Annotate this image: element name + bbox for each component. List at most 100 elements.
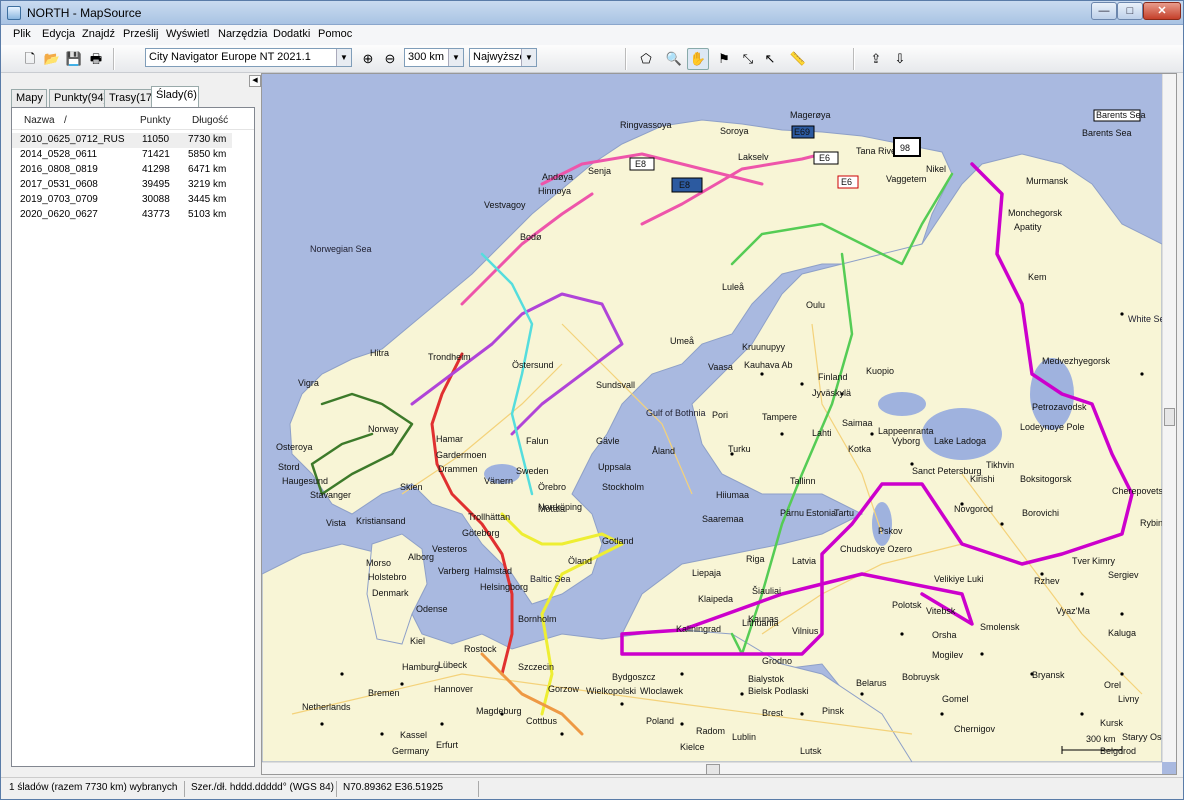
waypoint-flag-tool-icon[interactable]: ⚑	[713, 48, 735, 70]
map-label: Vyborg	[892, 436, 920, 446]
menu-przeslij[interactable]: Prześlij	[123, 28, 158, 40]
map-label: Estonia	[806, 508, 836, 518]
map-label: Orsha	[932, 630, 957, 640]
collapse-panel-arrow-icon[interactable]: ◀	[249, 75, 261, 87]
map-label: Bydgoszcz	[612, 672, 656, 682]
menu-wyswietl[interactable]: Wyświetl	[166, 28, 209, 40]
map-label: Kimry	[1092, 556, 1115, 566]
map-label: Bialystok	[748, 674, 785, 684]
map-label: Tikhvin	[986, 460, 1014, 470]
menu-znajdz[interactable]: Znajdź	[82, 28, 115, 40]
menu-dodatki[interactable]: Dodatki	[273, 28, 310, 40]
menu-narzedzia[interactable]: Narzędzia	[218, 28, 268, 40]
city-dot	[1140, 372, 1144, 376]
minimize-button[interactable]: —	[1091, 2, 1117, 20]
table-row[interactable]: 2020_0620_0627 43773 5103 km	[12, 208, 232, 223]
map-label: Kem	[1028, 272, 1047, 282]
track-name: 2014_0528_0611	[20, 149, 98, 160]
table-row[interactable]: 2010_0625_0712_RUS 11050 7730 km	[12, 133, 232, 148]
menu-plik[interactable]: Plik	[13, 28, 31, 40]
tracks-list-header: Nazwa / Punkty Długość	[12, 112, 254, 130]
map-label: White Sea	[1128, 314, 1162, 324]
receive-from-device-icon[interactable]: ⇩	[889, 48, 911, 70]
column-header-name[interactable]: Nazwa	[24, 115, 55, 126]
map-label: Murmansk	[1026, 176, 1069, 186]
track-points: 43773	[142, 209, 170, 220]
map-label: Cherepovets	[1112, 486, 1162, 496]
map-label: Tana River	[856, 146, 899, 156]
menu-edycja[interactable]: Edycja	[42, 28, 75, 40]
map-label: Lodeynoye Pole	[1020, 422, 1085, 432]
send-to-device-icon[interactable]: ⇪	[865, 48, 887, 70]
table-row[interactable]: 2016_0808_0819 41298 6471 km	[12, 163, 232, 178]
city-dot	[1080, 592, 1084, 596]
city-dot	[620, 702, 624, 706]
city-dot	[320, 722, 324, 726]
map-label: Senja	[588, 166, 611, 176]
map-label: Pinsk	[822, 706, 845, 716]
column-header-length[interactable]: Długość	[192, 115, 228, 126]
city-dot	[680, 722, 684, 726]
map-label: Bremen	[368, 688, 400, 698]
map-label: Kotka	[848, 444, 871, 454]
zoom-out-icon[interactable]: ⊖	[379, 48, 401, 70]
map-label: Rzhev	[1034, 576, 1060, 586]
tab-trasy[interactable]: Trasy(17)	[104, 89, 156, 107]
track-length: 5103 km	[188, 209, 227, 220]
map-label: Grodno	[762, 656, 792, 666]
map-horizontal-scrollbar[interactable]	[262, 762, 1162, 774]
map-label: Lublin	[732, 732, 756, 742]
map-label: Apatity	[1014, 222, 1042, 232]
table-row[interactable]: 2014_0528_0611 71421 5850 km	[12, 148, 232, 163]
selection-tool-icon[interactable]: ⬠	[635, 48, 657, 70]
map-view[interactable]: Barents Sea Norwegian Sea White Sea Gulf…	[261, 73, 1177, 775]
map-label: Kielce	[680, 742, 705, 752]
menu-pomoc[interactable]: Pomoc	[318, 28, 352, 40]
title-bar[interactable]: NORTH - MapSource — □ ✕	[1, 1, 1183, 25]
map-vertical-scrollbar[interactable]	[1162, 74, 1176, 762]
open-folder-icon[interactable]: 📂	[41, 48, 63, 70]
close-button[interactable]: ✕	[1143, 2, 1181, 20]
vertical-scroll-thumb[interactable]	[1164, 408, 1175, 426]
maximize-button[interactable]: □	[1117, 2, 1143, 20]
horizontal-scroll-thumb[interactable]	[706, 764, 720, 774]
road-shield-e8: E8	[635, 159, 646, 169]
table-row[interactable]: 2019_0703_0709 30088 3445 km	[12, 193, 232, 208]
map-label: Netherlands	[302, 702, 351, 712]
map-label: Haugesund	[282, 476, 328, 486]
status-coordinates: N70.89362 E36.51925	[339, 781, 479, 797]
tracks-list[interactable]: Nazwa / Punkty Długość 2010_0625_0712_RU…	[11, 107, 255, 767]
tab-punkty[interactable]: Punkty(94)	[49, 89, 107, 107]
detail-level-select[interactable]: Najwyższe ▼	[469, 48, 537, 67]
zoom-in-icon[interactable]: ⊕	[357, 48, 379, 70]
zoom-scale-select[interactable]: 300 km ▼	[404, 48, 464, 67]
save-icon[interactable]: 💾	[63, 48, 85, 70]
column-header-points[interactable]: Punkty	[140, 115, 171, 126]
tab-slady[interactable]: Ślady(6)	[151, 86, 199, 107]
city-dot	[1080, 712, 1084, 716]
tab-mapy[interactable]: Mapy	[11, 89, 47, 107]
new-file-icon[interactable]: 🗋	[19, 48, 41, 70]
map-canvas[interactable]: Barents Sea Norwegian Sea White Sea Gulf…	[262, 74, 1162, 762]
map-product-select[interactable]: City Navigator Europe NT 2021.1 ▼	[145, 48, 352, 67]
map-label: Lakselv	[738, 152, 769, 162]
map-label: Vesteros	[432, 544, 468, 554]
map-label: Stord	[278, 462, 300, 472]
pointer-tool-icon[interactable]: ↖	[759, 48, 781, 70]
print-icon[interactable]: 🖶	[85, 48, 107, 70]
lake-peipus	[872, 502, 892, 546]
map-label: Šiauliai	[752, 586, 781, 596]
hand-pan-tool-icon[interactable]: ✋	[687, 48, 709, 70]
table-row[interactable]: 2017_0531_0608 39495 3219 km	[12, 178, 232, 193]
route-tool-icon[interactable]: ⤡	[737, 48, 759, 70]
measure-ruler-icon[interactable]: 📏	[787, 48, 809, 70]
map-label: Holstebro	[368, 572, 407, 582]
zoom-tool-icon[interactable]: 🔍	[663, 48, 685, 70]
map-label: Hannover	[434, 684, 473, 694]
map-label: Hitra	[370, 348, 389, 358]
map-label: Hinnoya	[538, 186, 571, 196]
map-label: Alborg	[408, 552, 434, 562]
map-label: Varberg	[438, 566, 469, 576]
map-label: Lübeck	[438, 660, 468, 670]
city-dot	[340, 672, 344, 676]
